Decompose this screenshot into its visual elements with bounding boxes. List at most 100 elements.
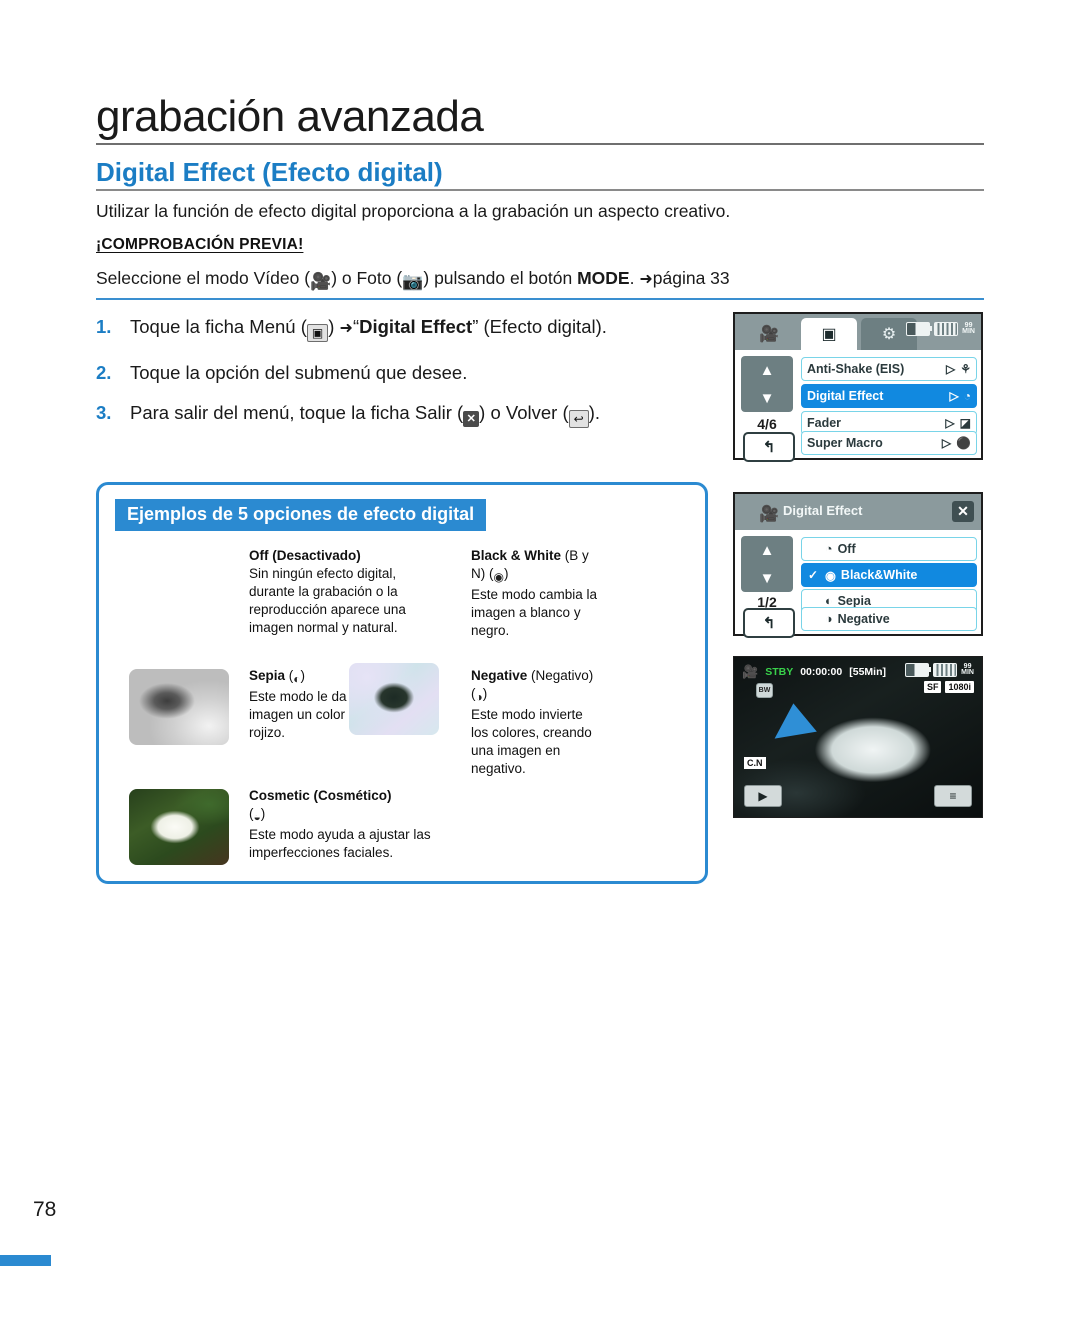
example-negative-body: Este modo invierte los colores, creando … — [471, 707, 592, 776]
mode-button-label: MODE — [577, 268, 630, 288]
lcd-menu-screen: 🎥 ▣ ⚙ 99 MIN ▲ ▼ 4/6 ↰ Anti-Shake (EIS) ▷… — [733, 312, 983, 462]
step-3: 3. Para salir del menú, toque la ficha Sa… — [96, 400, 716, 428]
page-ref-arrow-icon: ➜ — [639, 271, 653, 288]
step-1-text-c: (Efecto digital). — [478, 316, 607, 337]
footer-accent-bar — [0, 1255, 51, 1266]
intro-paragraph: Utilizar la función de efecto digital pr… — [96, 201, 731, 221]
example-bw-title: Black & White — [471, 548, 562, 563]
arrow-icon: ➜ — [339, 320, 353, 337]
battery-icon — [906, 322, 933, 336]
submenu-item-off[interactable]: ◔ Off — [801, 537, 977, 561]
example-cosmetic-body: Este modo ayuda a ajustar las imperfecci… — [249, 827, 431, 860]
section-title: Digital Effect (Efecto digital) — [96, 157, 443, 187]
storage-bars-icon — [933, 663, 958, 677]
camcorder-tab-icon[interactable]: 🎥 — [741, 318, 797, 350]
resolution-tag: 1080i — [945, 681, 974, 693]
menu-item-anti-shake-label: Anti-Shake (EIS) — [807, 362, 905, 376]
cosmetic-effect-icon: ◒ — [253, 810, 261, 824]
back-button[interactable]: ↰ — [743, 432, 795, 462]
lcd-submenu-screen: 🎥 Digital Effect ✕ ▲ ▼ 1/2 ↰ ◔ Off ✓ ◉ B… — [733, 492, 983, 638]
menu-item-super-macro-right: ▷ ⚫ — [942, 436, 971, 450]
example-sepia-thumbnail — [129, 669, 229, 745]
back-button[interactable]: ↰ — [743, 608, 795, 638]
example-sepia-title: Sepia — [249, 668, 286, 683]
submenu-item-negative[interactable]: ◑ Negative — [801, 607, 977, 631]
camcorder-mode-icon: 🎥 — [742, 664, 759, 679]
example-off: Off (Desactivado) Sin ningún efecto digi… — [249, 547, 407, 637]
menu-tab-icon[interactable]: ▣ — [801, 318, 857, 350]
sepia-icon: ◐ — [825, 594, 833, 608]
play-button[interactable]: ▶ — [744, 785, 782, 807]
precheck-label: ¡COMPROBACIÓN PREVIA! — [96, 236, 304, 253]
lcd-submenu-nav: ▲ ▼ — [741, 536, 793, 592]
cn-badge: C.N — [744, 757, 766, 769]
examples-box: Ejemplos de 5 opciones de efecto digital… — [96, 482, 708, 884]
close-icon[interactable]: ✕ — [952, 501, 974, 522]
timecode: 00:00:00 — [800, 666, 843, 678]
step-1: 1. Toque la ficha Menú (▣) ➜“Digital Effe… — [96, 314, 716, 342]
menu-item-super-macro[interactable]: Super Macro ▷ ⚫ — [801, 431, 977, 455]
preview-status-icons: 99 MIN — [905, 663, 974, 677]
sepia-effect-icon: ◐ — [293, 672, 301, 686]
lcd-submenu-title: Digital Effect — [783, 503, 863, 518]
precheck-divider — [96, 298, 984, 300]
page-reference: página 33 — [652, 268, 730, 288]
lcd-menu-page-indicator: 4/6 — [757, 416, 777, 432]
menu-item-digital-effect[interactable]: Digital Effect ▷ ◔ — [801, 384, 977, 408]
scroll-up-button[interactable]: ▲ — [741, 536, 793, 564]
submenu-item-black-and-white[interactable]: ✓ ◉ Black&White — [801, 563, 977, 587]
precheck-part-d: . — [629, 268, 640, 288]
anti-shake-icon: ⚘ — [960, 362, 971, 376]
submenu-item-negative-label: Negative — [837, 612, 890, 626]
section-divider — [96, 189, 984, 191]
recording-status: STBY — [765, 666, 794, 678]
photo-camera-icon: 📷 — [402, 272, 424, 291]
scroll-down-button[interactable]: ▼ — [741, 384, 793, 412]
off-icon: ◔ — [825, 542, 833, 556]
remaining-minutes-label: 99 MIN — [962, 322, 975, 335]
submenu-item-off-label: Off — [837, 542, 856, 556]
return-icon: ↩ — [568, 410, 589, 428]
scroll-up-button[interactable]: ▲ — [741, 356, 793, 384]
menu-item-super-macro-label: Super Macro — [807, 436, 883, 450]
menu-item-digital-effect-right: ▷ ◔ — [950, 389, 971, 403]
camcorder-icon: 🎥 — [310, 272, 332, 291]
bw-effect-icon: ◉ — [493, 570, 504, 584]
black-and-white-effect-badge: BW — [756, 683, 773, 698]
step-3-text-c: ). — [588, 402, 600, 423]
bw-icon: ◉ — [825, 568, 836, 583]
menu-item-fader-right: ▷ ◪ — [945, 416, 971, 430]
submenu-item-black-and-white-label: Black&White — [840, 568, 918, 582]
step-2-text: Toque la opción del submenú que desee. — [130, 362, 468, 383]
check-icon: ✓ — [808, 568, 819, 582]
step-1-bold: Digital Effect — [359, 316, 473, 337]
super-macro-icon: ⚫ — [956, 436, 971, 450]
example-negative-title: Negative — [471, 668, 528, 683]
digital-effect-icon: ◔ — [963, 389, 971, 403]
menu-tab-icon: ▣ — [306, 324, 329, 342]
example-cosmetic: Cosmetic (Cosmético) (◒) Este modo ayuda… — [249, 787, 459, 862]
precheck-part-a: Seleccione el modo Vídeo ( — [96, 268, 311, 288]
step-1-text-b: ) — [328, 316, 340, 337]
menu-button[interactable]: ≡ — [934, 785, 972, 807]
example-negative-title-tail: (◑) — [471, 686, 488, 704]
example-negative-thumbnail — [349, 663, 439, 735]
lcd-menu-nav: ▲ ▼ — [741, 356, 793, 412]
remaining-minutes-label: 99 MIN — [961, 663, 974, 676]
menu-item-digital-effect-label: Digital Effect — [807, 389, 884, 403]
examples-heading: Ejemplos de 5 opciones de efecto digital — [115, 499, 487, 531]
example-bw-title-tail: ) — [503, 566, 509, 581]
submenu-arrow-icon: ▷ — [941, 436, 952, 450]
fader-icon: ◪ — [959, 416, 971, 430]
title-divider — [96, 143, 984, 145]
precheck-part-b: ) o Foto ( — [331, 268, 403, 288]
step-3-text-b: ) o Volver ( — [479, 402, 569, 423]
step-1-text-a: Toque la ficha Menú ( — [130, 316, 307, 337]
menu-item-anti-shake[interactable]: Anti-Shake (EIS) ▷ ⚘ — [801, 357, 977, 381]
page-number: 78 — [33, 1198, 57, 1221]
scroll-down-button[interactable]: ▼ — [741, 564, 793, 592]
menu-item-anti-shake-right: ▷ ⚘ — [946, 362, 971, 376]
example-off-title: Off (Desactivado) — [249, 548, 361, 563]
lcd-menu-status-icons: 99 MIN — [906, 322, 975, 336]
example-bw-body: Este modo cambia la imagen a blanco y ne… — [471, 587, 598, 638]
